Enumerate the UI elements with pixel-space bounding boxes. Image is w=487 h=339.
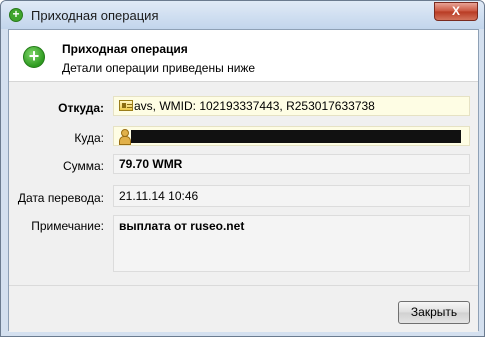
close-button[interactable]: Закрыть: [398, 301, 470, 324]
header-title: Приходная операция: [62, 42, 188, 56]
note-label: Примечание:: [31, 219, 104, 233]
note-field[interactable]: выплата от ruseo.net: [113, 215, 470, 272]
amount-field[interactable]: 79.70 WMR: [113, 154, 470, 174]
plus-circle-icon: +: [9, 8, 23, 22]
dialog-window: + Приходная операция X + Приходная опера…: [0, 0, 485, 337]
date-value: 21.11.14 10:46: [119, 189, 199, 203]
dialog-content: + Приходная операция Детали операции при…: [8, 29, 479, 332]
title-bar[interactable]: + Приходная операция X: [1, 1, 484, 29]
close-window-button[interactable]: X: [434, 2, 478, 21]
amount-value: 79.70 WMR: [119, 157, 183, 171]
to-label: Куда:: [74, 131, 104, 145]
window-title: Приходная операция: [31, 8, 159, 23]
date-label: Дата перевода:: [17, 191, 104, 205]
note-value: выплата от ruseo.net: [119, 219, 245, 233]
redacted-block: [131, 130, 461, 143]
to-field[interactable]: [113, 126, 470, 146]
from-label: Откуда:: [58, 101, 104, 115]
date-field[interactable]: 21.11.14 10:46: [113, 185, 470, 207]
header-subtitle: Детали операции приведены ниже: [62, 61, 256, 75]
plus-circle-icon: +: [23, 46, 45, 68]
from-value: avs, WMID: 102193337443, R253017633738: [134, 99, 375, 113]
from-field[interactable]: avs, WMID: 102193337443, R253017633738: [113, 96, 470, 116]
id-card-icon: [119, 100, 133, 111]
user-icon: [119, 129, 131, 145]
dialog-header: + Приходная операция Детали операции при…: [9, 30, 478, 82]
amount-label: Сумма:: [62, 159, 104, 173]
dialog-footer: Закрыть: [9, 285, 478, 332]
